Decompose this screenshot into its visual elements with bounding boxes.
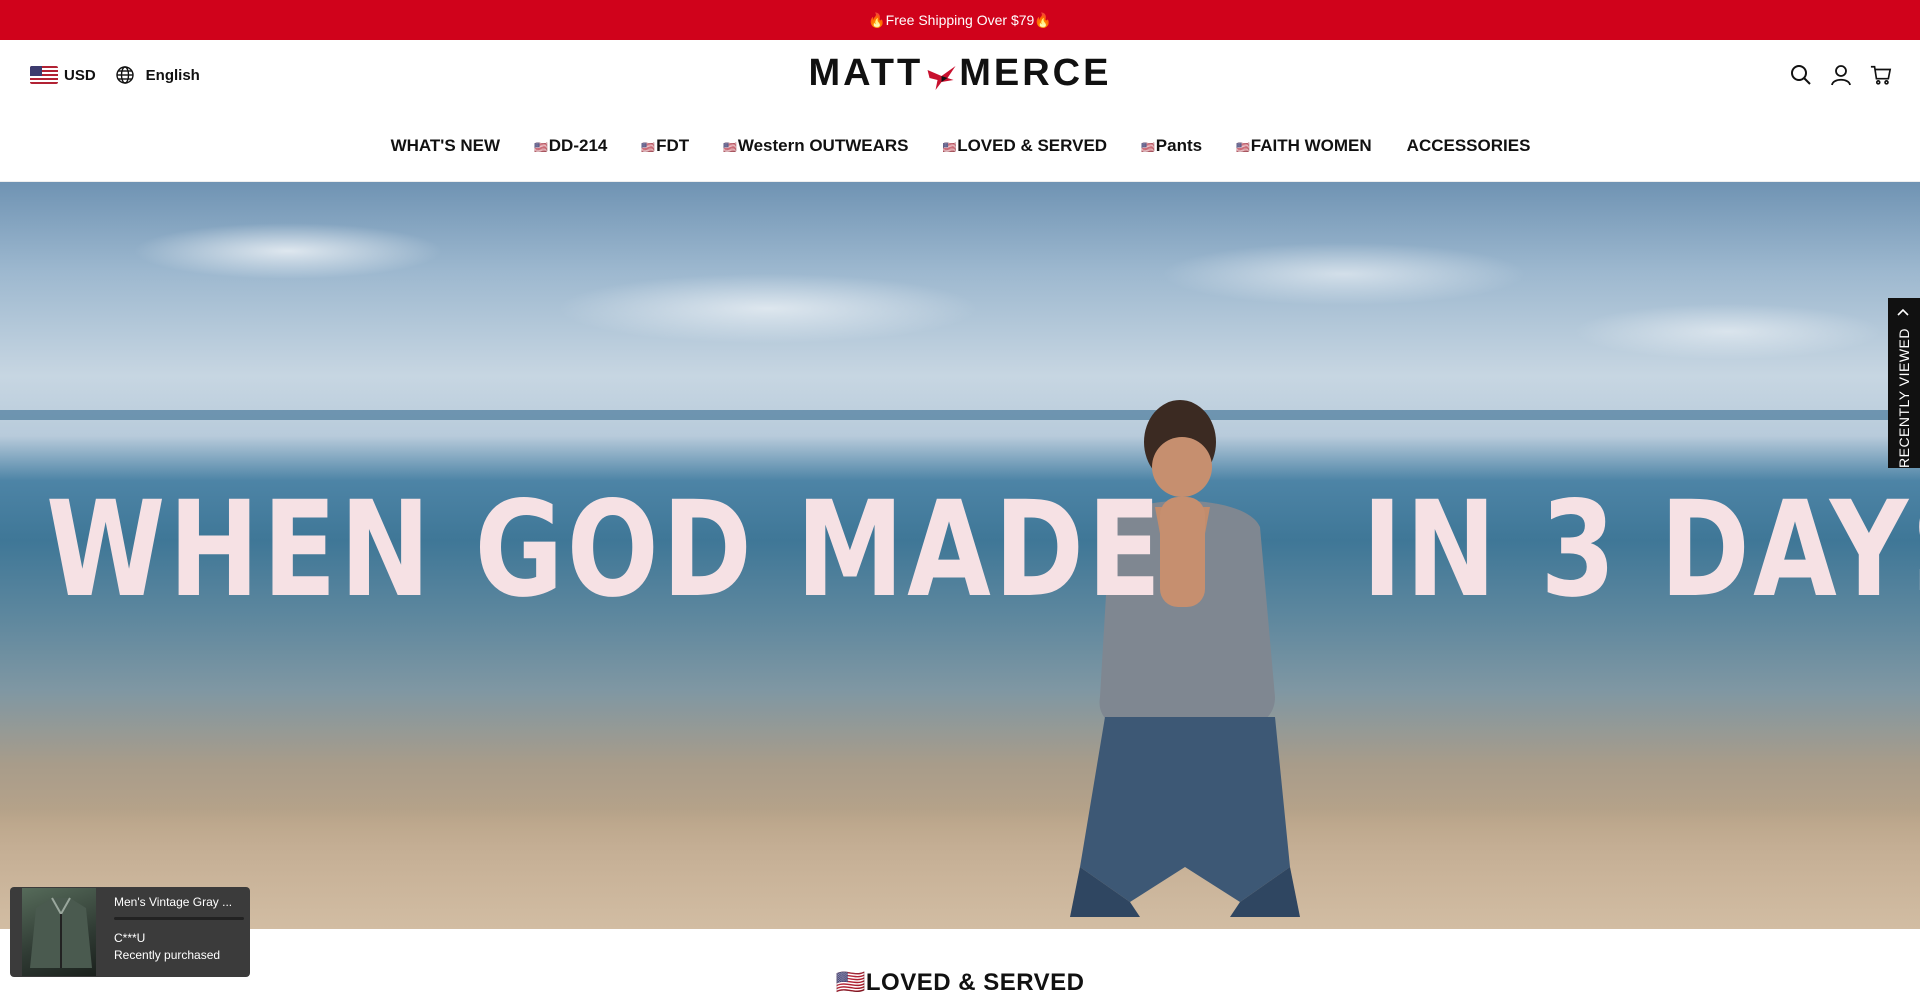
language-label: English (145, 66, 200, 84)
popup-status: Recently purchased (114, 947, 221, 962)
hero-beach (0, 809, 1920, 929)
recently-viewed-tab[interactable]: RECENTLY VIEWED (1888, 298, 1920, 468)
product-thumbnail (22, 888, 96, 976)
main-nav: WHAT'S NEW 🇺🇸DD-214 🇺🇸FDT 🇺🇸Western OUTW… (0, 110, 1920, 182)
announcement-text: 🔥Free Shipping Over $79🔥 (868, 11, 1052, 28)
nav-item-dd-214[interactable]: 🇺🇸DD-214 (534, 136, 607, 156)
logo-text-left: MATT (808, 52, 924, 94)
nav-item-pants[interactable]: 🇺🇸Pants (1141, 136, 1202, 156)
chevron-up-icon (1896, 304, 1910, 320)
globe-icon (114, 64, 136, 86)
nav-item-loved-served[interactable]: 🇺🇸LOVED & SERVED (942, 136, 1107, 156)
cart-icon[interactable] (1870, 64, 1892, 86)
announcement-bar: 🔥Free Shipping Over $79🔥 (0, 0, 1920, 40)
site-logo[interactable]: MATT MERCE (809, 52, 1112, 95)
currency-label: USD (64, 66, 96, 84)
logo-text-right: MERCE (959, 52, 1112, 94)
nav-item-faith-women[interactable]: 🇺🇸FAITH WOMEN (1236, 136, 1372, 156)
recent-purchase-popup[interactable]: Men's Vintage Gray ... C***U Recently pu… (10, 887, 250, 977)
hero-banner[interactable]: WHEN GOD MADE IN 3 DAYS (0, 182, 1920, 929)
site-header: USD English MATT MERCE (0, 40, 1920, 110)
popup-buyer: C***U (114, 930, 146, 945)
nav-item-accessories[interactable]: ACCESSORIES (1406, 136, 1531, 156)
hero-text-left: WHEN GOD MADE (46, 473, 1165, 627)
popup-product-name: Men's Vintage Gray ... (114, 895, 233, 909)
nav-item-western-outwears[interactable]: 🇺🇸Western OUTWEARS (723, 136, 908, 156)
currency-selector[interactable]: USD (30, 66, 96, 84)
recently-viewed-label: RECENTLY VIEWED (1896, 327, 1912, 469)
nav-item-fdt[interactable]: 🇺🇸FDT (641, 136, 689, 156)
locale-switchers: USD English (30, 40, 200, 110)
account-icon[interactable] (1830, 64, 1852, 86)
header-actions (1790, 40, 1892, 110)
language-selector[interactable]: English (114, 64, 200, 86)
popup-divider (114, 916, 244, 920)
hero-text-right: IN 3 DAYS (1362, 473, 1920, 627)
nav-item-whats-new[interactable]: WHAT'S NEW (390, 136, 501, 156)
popup-info: Men's Vintage Gray ... C***U Recently pu… (96, 887, 250, 977)
us-flag-icon (30, 66, 58, 84)
hero-horizon (0, 410, 1920, 420)
hero-sky (0, 182, 1920, 412)
search-icon[interactable] (1790, 64, 1812, 86)
eagle-logo-icon (925, 59, 957, 90)
